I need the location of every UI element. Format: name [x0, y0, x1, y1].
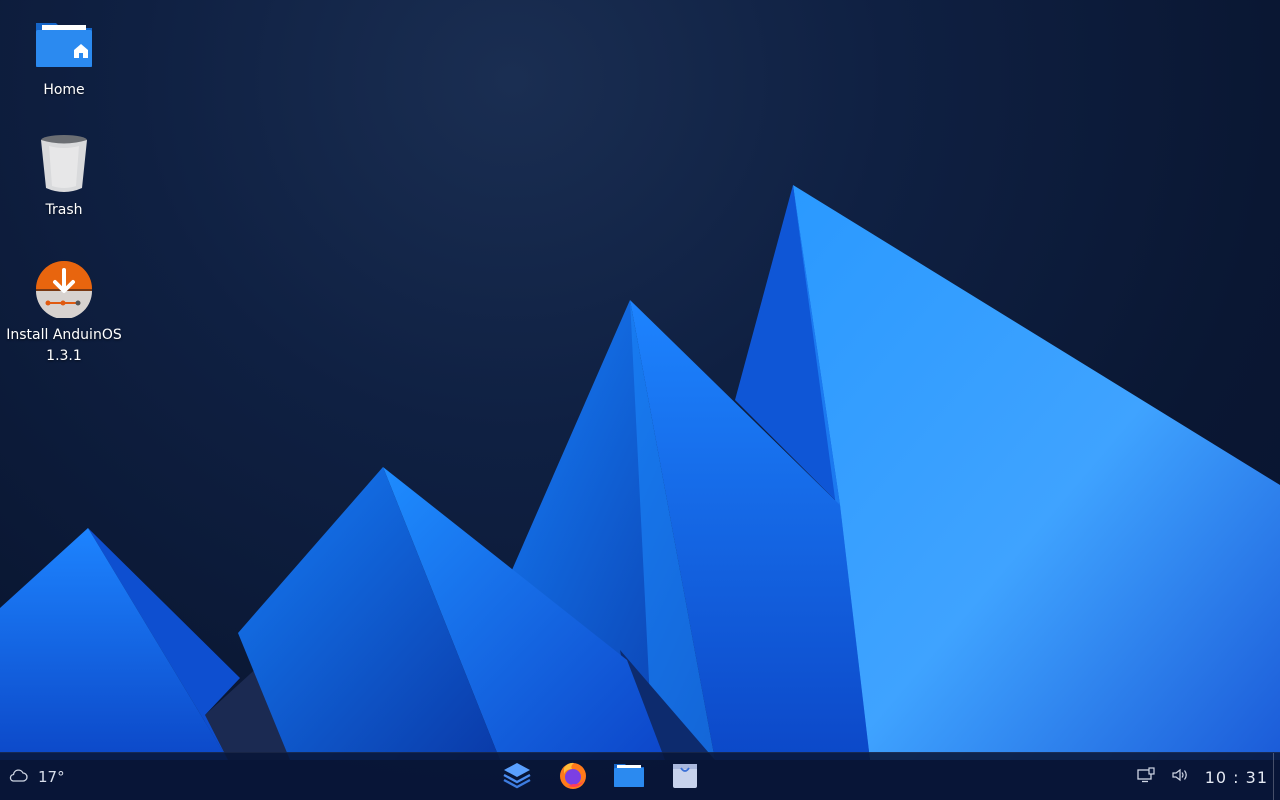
wallpaper [0, 185, 1280, 760]
trash-icon [34, 134, 94, 194]
layers-icon [502, 760, 532, 794]
desktop-icon-label: Home [43, 82, 85, 98]
files-button[interactable] [612, 760, 646, 794]
firefox-icon [558, 760, 588, 794]
show-desktop-button[interactable] [1273, 753, 1280, 800]
taskbar: 17° 10: 31 [0, 752, 1280, 800]
weather-widget[interactable]: 17° [8, 753, 65, 800]
clock[interactable]: 10 : 31 [1205, 768, 1268, 787]
dock [500, 753, 702, 800]
home-folder-icon [34, 14, 94, 74]
weather-temperature: 17° [38, 768, 65, 786]
desktop-icon-installer[interactable]: Install AnduinOS 1.3.1 [0, 259, 128, 367]
desktop-icon-label: Trash [45, 202, 83, 218]
system-tray: 10 : 31 [1137, 753, 1268, 800]
store-bag-icon [671, 761, 699, 793]
firefox-button[interactable] [556, 760, 590, 794]
desktop-icon-home[interactable]: Home [0, 14, 128, 101]
desktop-icon-trash[interactable]: Trash [0, 134, 128, 221]
folder-icon [613, 762, 645, 792]
task-view-button[interactable] [500, 760, 534, 794]
desktop-icon-label: Install AnduinOS 1.3.1 [6, 327, 122, 364]
desktop[interactable]: Home Trash Install AnduinOS 1.3.1 17° 10… [0, 0, 1280, 800]
volume-icon[interactable] [1171, 767, 1189, 787]
cloud-icon [8, 768, 28, 786]
installer-icon [34, 259, 94, 319]
software-store-button[interactable] [668, 760, 702, 794]
network-icon[interactable] [1137, 767, 1155, 787]
